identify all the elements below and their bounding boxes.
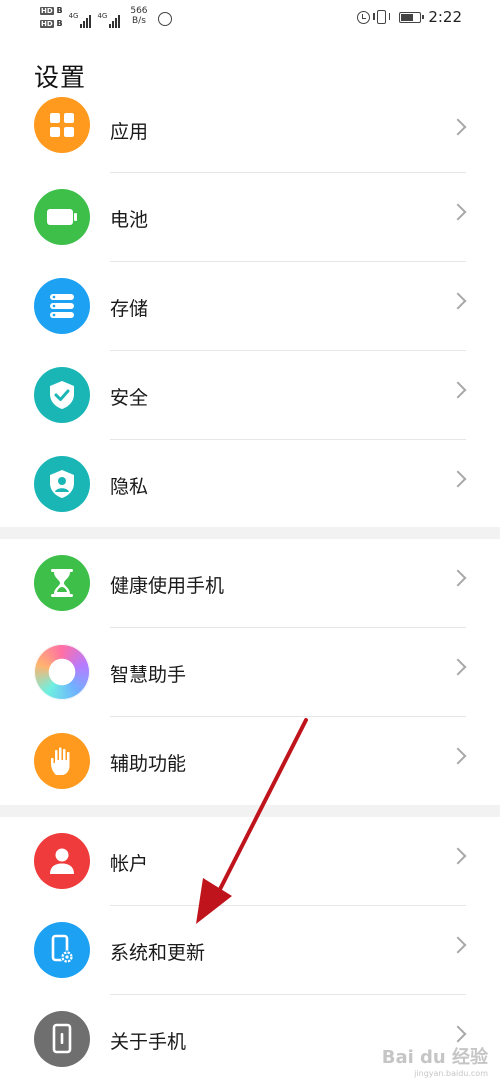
watermark-logo: Bai du 经验 jingyan.baidu.com xyxy=(381,1047,488,1078)
annotation-arrow xyxy=(196,718,308,924)
